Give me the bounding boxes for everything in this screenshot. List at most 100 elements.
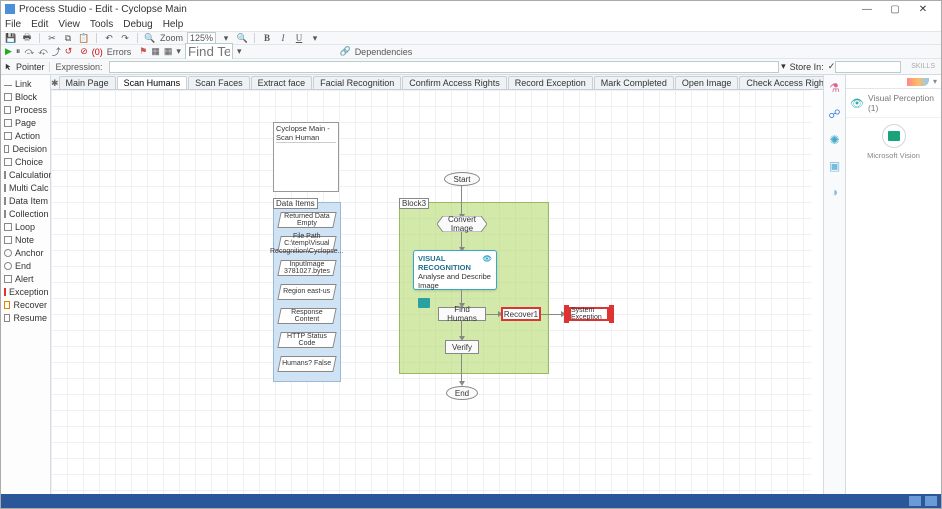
visual-recognition-node[interactable]: VISUAL RECOGNITION👁 Analyse and Describe… xyxy=(413,250,497,290)
zoom-in-icon[interactable]: 🔍 xyxy=(236,32,248,44)
data-item[interactable]: HTTP Status Code xyxy=(277,332,336,348)
process-info-box[interactable]: Cyclopse Main - Scan Human xyxy=(273,122,339,192)
palette-resume[interactable]: Resume xyxy=(1,311,50,324)
tab-open-image[interactable]: Open Image xyxy=(675,76,739,89)
print-icon[interactable]: 🖶 xyxy=(21,32,33,44)
reset-icon[interactable]: ↺ xyxy=(65,46,73,57)
convert-image-node[interactable]: Convert Image xyxy=(437,216,487,232)
palette-decision[interactable]: Decision xyxy=(1,142,50,155)
skills-chevron-icon[interactable]: ▾ xyxy=(933,77,937,86)
dropdown-icon[interactable]: ▾ xyxy=(176,46,181,57)
start-node[interactable]: Start xyxy=(444,172,480,186)
data-item[interactable]: InputImage 3781027.bytes xyxy=(277,260,336,276)
menu-debug[interactable]: Debug xyxy=(123,19,152,30)
palette-process[interactable]: Process xyxy=(1,103,50,116)
expression-input[interactable] xyxy=(109,61,780,73)
zoom-out-icon[interactable]: 🔍 xyxy=(144,32,156,44)
palette-end[interactable]: End xyxy=(1,259,50,272)
palette-data-item[interactable]: Data Item xyxy=(1,194,50,207)
undo-icon[interactable]: ↶ xyxy=(103,32,115,44)
data-item[interactable]: Returned Data Empty xyxy=(277,212,336,228)
paste-icon[interactable]: 📋 xyxy=(78,32,90,44)
palette-page[interactable]: Page xyxy=(1,116,50,129)
tab-star-icon[interactable]: ✱ xyxy=(51,78,59,89)
skill-icon-3[interactable]: ✺ xyxy=(827,133,843,149)
recover-node[interactable]: Recover1 xyxy=(501,307,541,321)
menu-view[interactable]: View xyxy=(58,19,80,30)
step-over-icon[interactable]: ⤽ xyxy=(38,46,48,57)
data-item[interactable]: Humans? False xyxy=(277,356,336,372)
dependencies-label[interactable]: Dependencies xyxy=(355,47,413,57)
underline-button[interactable]: U xyxy=(293,32,305,44)
menu-help[interactable]: Help xyxy=(163,19,184,30)
find-text-input[interactable] xyxy=(185,43,233,60)
store-in-check-icon[interactable]: ✓ xyxy=(828,61,836,72)
tab-confirm-access-rights[interactable]: Confirm Access Rights xyxy=(402,76,507,89)
system-exception-node[interactable]: System Exception xyxy=(569,307,609,321)
verify-node[interactable]: Verify xyxy=(445,340,479,354)
palette-loop[interactable]: Loop xyxy=(1,220,50,233)
menu-file[interactable]: File xyxy=(5,19,21,30)
tab-scan-faces[interactable]: Scan Faces xyxy=(188,76,250,89)
palette-calculation[interactable]: Calculation xyxy=(1,168,50,181)
palette-alert[interactable]: Alert xyxy=(1,272,50,285)
palette-collection[interactable]: Collection xyxy=(1,207,50,220)
flag-icon[interactable]: ⚑ xyxy=(139,46,147,57)
menu-tools[interactable]: Tools xyxy=(90,19,113,30)
grid-show-icon[interactable]: ▦ xyxy=(164,46,173,57)
step-icon[interactable]: ⤼ xyxy=(24,46,34,57)
play-icon[interactable]: ▶ xyxy=(5,46,12,57)
grid-snap-icon[interactable]: ▦ xyxy=(151,46,160,57)
find-dropdown-icon[interactable]: ▾ xyxy=(237,46,242,57)
tab-main-page[interactable]: Main Page xyxy=(59,76,116,89)
font-dropdown-icon[interactable]: ▾ xyxy=(309,32,321,44)
palette-action[interactable]: Action xyxy=(1,129,50,142)
menu-edit[interactable]: Edit xyxy=(31,19,48,30)
tab-facial-recognition[interactable]: Facial Recognition xyxy=(313,76,401,89)
skill-icon-5[interactable]: ◑ xyxy=(827,185,843,201)
close-button[interactable]: ✕ xyxy=(909,4,937,15)
process-canvas[interactable]: Cyclopse Main - Scan Human Data Items Bl… xyxy=(51,90,811,494)
skill-card[interactable]: Microsoft Vision xyxy=(846,118,941,160)
end-node[interactable]: End xyxy=(446,386,478,400)
redo-icon[interactable]: ↷ xyxy=(119,32,131,44)
errors-label[interactable]: Errors xyxy=(107,47,132,57)
cut-icon[interactable]: ✂ xyxy=(46,32,58,44)
minimize-button[interactable]: — xyxy=(853,4,881,15)
palette-block[interactable]: Block xyxy=(1,90,50,103)
dependencies-icon[interactable]: 🔗 xyxy=(339,46,350,57)
palette-recover[interactable]: Recover xyxy=(1,298,50,311)
status-icon-1[interactable] xyxy=(925,496,937,506)
save-icon[interactable]: 💾 xyxy=(5,32,17,44)
data-item[interactable]: Response Content xyxy=(277,308,336,324)
copy-icon[interactable]: ⧉ xyxy=(62,32,74,44)
tab-record-exception[interactable]: Record Exception xyxy=(508,76,593,89)
tab-extract-face[interactable]: Extract face xyxy=(251,76,313,89)
pointer-tool[interactable]: Pointer xyxy=(1,62,50,72)
status-icon-2[interactable] xyxy=(909,496,921,506)
step-out-icon[interactable]: ⤴ xyxy=(52,45,61,58)
data-item[interactable]: File Path C:\temp\Visual Recognition\Cyc… xyxy=(277,236,336,252)
palette-link[interactable]: Link xyxy=(1,77,50,90)
skill-icon-1[interactable]: ⚗ xyxy=(827,81,843,97)
pause-icon[interactable]: ⏸ xyxy=(16,46,21,57)
palette-exception[interactable]: Exception xyxy=(1,285,50,298)
find-humans-node[interactable]: Find Humans xyxy=(438,307,486,321)
palette-choice[interactable]: Choice xyxy=(1,155,50,168)
canvas-scroll[interactable]: Cyclopse Main - Scan Human Data Items Bl… xyxy=(51,90,823,494)
italic-button[interactable]: I xyxy=(277,32,289,44)
palette-multi-calc[interactable]: Multi Calc xyxy=(1,181,50,194)
bold-button[interactable]: B xyxy=(261,32,273,44)
skill-icon-2[interactable]: ☍ xyxy=(827,107,843,123)
maximize-button[interactable]: ▢ xyxy=(881,4,909,15)
data-item[interactable]: Region east-us xyxy=(277,284,336,300)
tab-mark-completed[interactable]: Mark Completed xyxy=(594,76,674,89)
skill-icon-4[interactable]: ▣ xyxy=(827,159,843,175)
tab-scan-humans[interactable]: Scan Humans xyxy=(117,76,188,89)
errors-icon[interactable]: ⊘ xyxy=(80,46,88,57)
skills-category[interactable]: 👁 Visual Perception (1) xyxy=(846,89,941,118)
palette-note[interactable]: Note xyxy=(1,233,50,246)
palette-anchor[interactable]: Anchor xyxy=(1,246,50,259)
tab-check-access-rights[interactable]: Check Access Rights xyxy=(739,76,823,89)
store-in-input[interactable] xyxy=(835,61,901,73)
